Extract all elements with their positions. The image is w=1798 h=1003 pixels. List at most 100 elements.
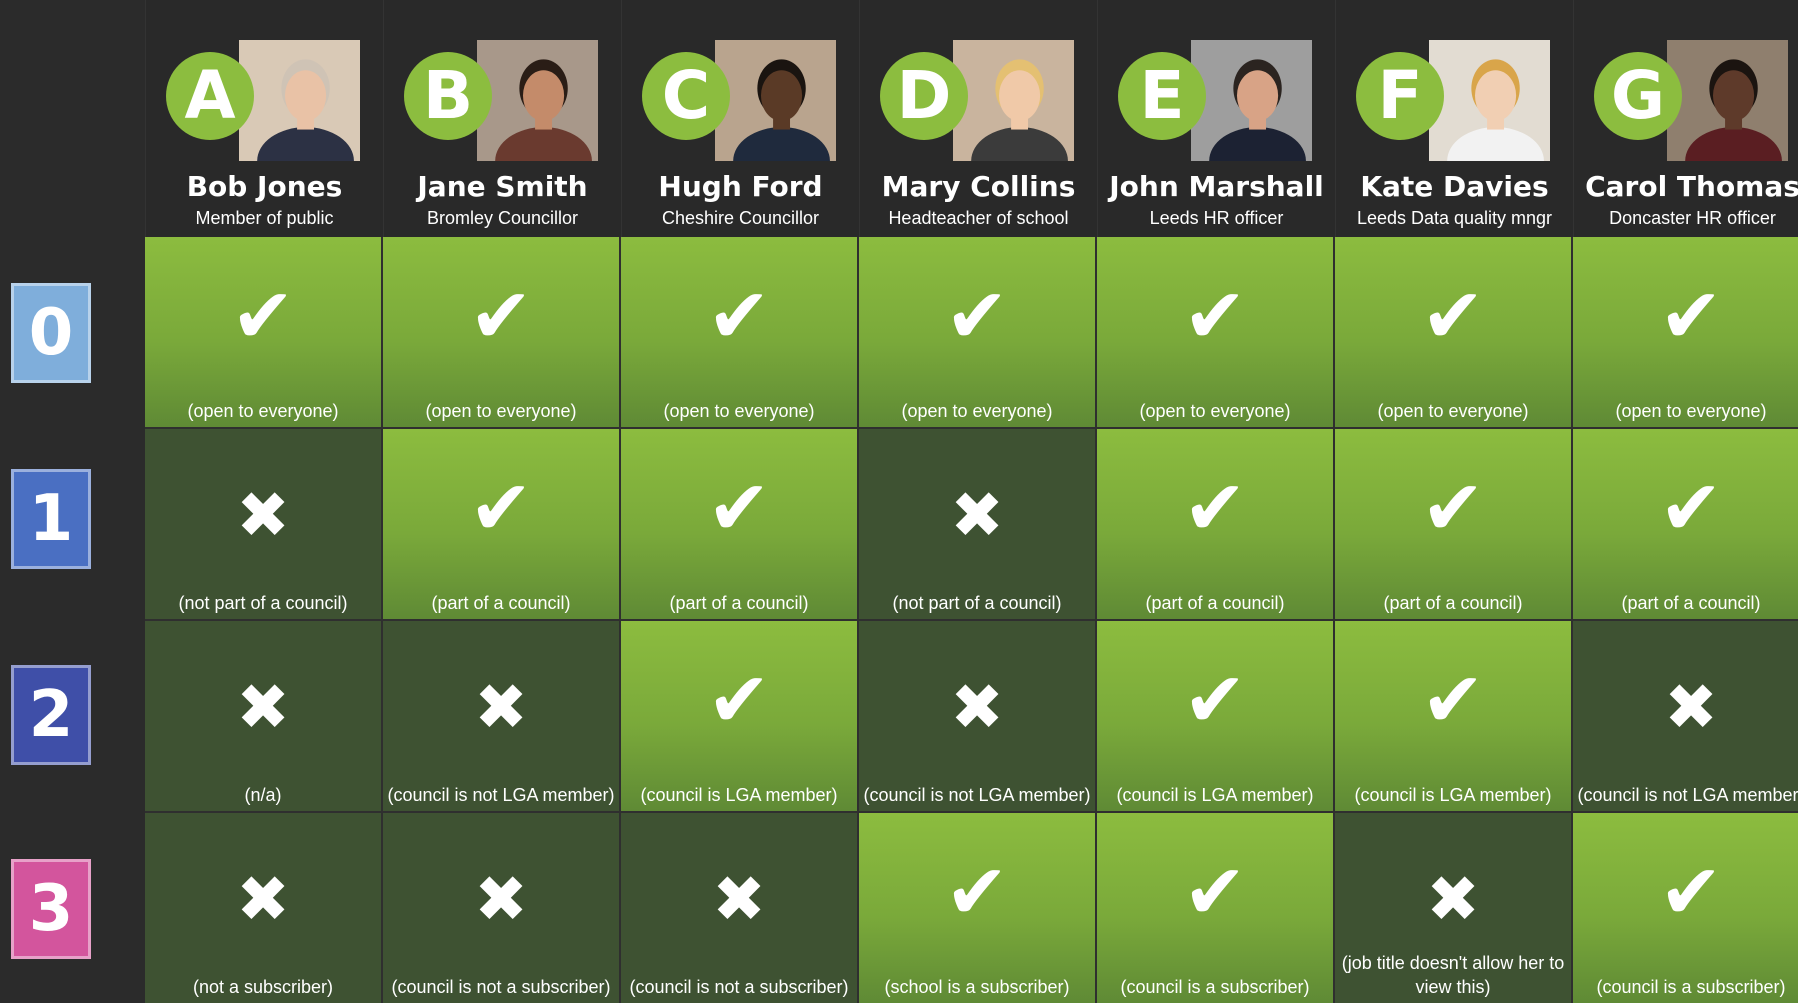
access-allowed-cell: ✔ (open to everyone) xyxy=(383,237,621,429)
access-reason: (not part of a council) xyxy=(178,593,348,613)
access-allowed-cell: ✔ (part of a council) xyxy=(1573,429,1798,621)
check-icon: ✔ xyxy=(469,463,533,552)
access-reason: (open to everyone) xyxy=(1615,401,1767,421)
level-row-label: 1 xyxy=(0,429,145,621)
access-allowed-cell: ✔ (open to everyone) xyxy=(1097,237,1335,429)
person-letter-badge: B xyxy=(404,52,492,140)
level-badge: 0 xyxy=(11,283,91,383)
person-role: Member of public xyxy=(195,208,334,228)
access-denied-cell: ✖ (council is not a subscriber) xyxy=(621,813,859,1003)
portrait-photo xyxy=(239,40,360,161)
access-reason: (council is not LGA member) xyxy=(1577,785,1798,805)
cross-icon: ✖ xyxy=(712,863,766,937)
access-reason: (not a subscriber) xyxy=(192,977,334,997)
access-denied-cell: ✖ (job title doesn't allow her to view th… xyxy=(1335,813,1573,1003)
person-role: Leeds HR officer xyxy=(1149,208,1284,228)
person-name: John Marshall xyxy=(1109,170,1324,203)
access-reason: (not part of a council) xyxy=(892,593,1062,613)
person-header: F Kate Davies Leeds Data quality mngr xyxy=(1335,0,1573,237)
person-letter-badge: E xyxy=(1118,52,1206,140)
level-row-label: 3 xyxy=(0,813,145,1003)
access-allowed-cell: ✔ (open to everyone) xyxy=(1573,237,1798,429)
check-icon: ✔ xyxy=(1659,847,1723,936)
access-allowed-cell: ✔ (open to everyone) xyxy=(859,237,1097,429)
access-matrix: A Bob Jones Member of public B Jane Smith Bro… xyxy=(0,0,1798,1003)
access-reason: (council is a subscriber) xyxy=(1120,977,1310,997)
access-reason: (council is LGA member) xyxy=(640,785,838,805)
person-name: Bob Jones xyxy=(186,170,343,203)
level-row-label: 2 xyxy=(0,621,145,813)
level-row-label: 0 xyxy=(0,237,145,429)
portrait-photo xyxy=(1429,40,1550,161)
person-letter-badge: F xyxy=(1356,52,1444,140)
access-allowed-cell: ✔ (school is a subscriber) xyxy=(859,813,1097,1003)
cross-icon: ✖ xyxy=(474,863,528,937)
portrait-photo xyxy=(477,40,598,161)
person-name: Carol Thomas xyxy=(1585,170,1798,203)
access-reason: (open to everyone) xyxy=(1377,401,1529,421)
cross-icon: ✖ xyxy=(1664,671,1718,745)
person-header: C Hugh Ford Cheshire Councillor xyxy=(621,0,859,237)
matrix-corner xyxy=(0,0,145,237)
person-name: Jane Smith xyxy=(417,170,588,203)
level-badge: 3 xyxy=(11,859,91,959)
access-denied-cell: ✖ (not part of a council) xyxy=(859,429,1097,621)
access-allowed-cell: ✔ (part of a council) xyxy=(383,429,621,621)
person-header: D Mary Collins Headteacher of school xyxy=(859,0,1097,237)
access-reason: (council is a subscriber) xyxy=(1596,977,1786,997)
check-icon: ✔ xyxy=(707,271,771,360)
access-denied-cell: ✖ (n/a) xyxy=(145,621,383,813)
person-role: Cheshire Councillor xyxy=(661,208,820,228)
access-reason: (part of a council) xyxy=(1383,593,1523,613)
person-header: A Bob Jones Member of public xyxy=(145,0,383,237)
access-allowed-cell: ✔ (council is LGA member) xyxy=(621,621,859,813)
access-reason: (council is not LGA member) xyxy=(387,785,615,805)
person-header: B Jane Smith Bromley Councillor xyxy=(383,0,621,237)
access-reason: (open to everyone) xyxy=(663,401,815,421)
check-icon: ✔ xyxy=(707,463,771,552)
person-header: G Carol Thomas Doncaster HR officer xyxy=(1573,0,1798,237)
check-icon: ✔ xyxy=(1421,655,1485,744)
access-reason: (open to everyone) xyxy=(187,401,339,421)
access-allowed-cell: ✔ (open to everyone) xyxy=(1335,237,1573,429)
portrait-photo xyxy=(953,40,1074,161)
access-denied-cell: ✖ (not a subscriber) xyxy=(145,813,383,1003)
access-reason: (open to everyone) xyxy=(1139,401,1291,421)
person-letter-badge: D xyxy=(880,52,968,140)
access-denied-cell: ✖ (council is not LGA member) xyxy=(1573,621,1798,813)
access-allowed-cell: ✔ (council is LGA member) xyxy=(1097,621,1335,813)
access-reason: (part of a council) xyxy=(1621,593,1761,613)
check-icon: ✔ xyxy=(1659,463,1723,552)
portrait-photo xyxy=(1191,40,1312,161)
access-allowed-cell: ✔ (council is LGA member) xyxy=(1335,621,1573,813)
access-reason: (open to everyone) xyxy=(425,401,577,421)
portrait-photo xyxy=(1667,40,1788,161)
cross-icon: ✖ xyxy=(950,671,1004,745)
access-allowed-cell: ✔ (open to everyone) xyxy=(145,237,383,429)
access-allowed-cell: ✔ (part of a council) xyxy=(1335,429,1573,621)
check-icon: ✔ xyxy=(1659,271,1723,360)
access-reason: (part of a council) xyxy=(669,593,809,613)
cross-icon: ✖ xyxy=(474,671,528,745)
access-reason: (council is LGA member) xyxy=(1354,785,1552,805)
person-name: Kate Davies xyxy=(1360,170,1549,203)
person-role: Doncaster HR officer xyxy=(1609,208,1776,228)
access-allowed-cell: ✔ (part of a council) xyxy=(621,429,859,621)
check-icon: ✔ xyxy=(469,271,533,360)
cross-icon: ✖ xyxy=(950,479,1004,553)
cross-icon: ✖ xyxy=(1426,863,1480,937)
cross-icon: ✖ xyxy=(236,479,290,553)
access-reason: (council is not a subscriber) xyxy=(629,977,849,997)
person-role: Bromley Councillor xyxy=(426,208,579,228)
check-icon: ✔ xyxy=(1183,847,1247,936)
person-role: Leeds Data quality mngr xyxy=(1356,208,1553,228)
access-allowed-cell: ✔ (council is a subscriber) xyxy=(1573,813,1798,1003)
access-denied-cell: ✖ (council is not LGA member) xyxy=(383,621,621,813)
person-role: Headteacher of school xyxy=(888,208,1069,228)
level-badge: 2 xyxy=(11,665,91,765)
person-letter-badge: G xyxy=(1594,52,1682,140)
access-reason: (open to everyone) xyxy=(901,401,1053,421)
access-reason: (part of a council) xyxy=(431,593,571,613)
person-letter-badge: A xyxy=(166,52,254,140)
cross-icon: ✖ xyxy=(236,863,290,937)
